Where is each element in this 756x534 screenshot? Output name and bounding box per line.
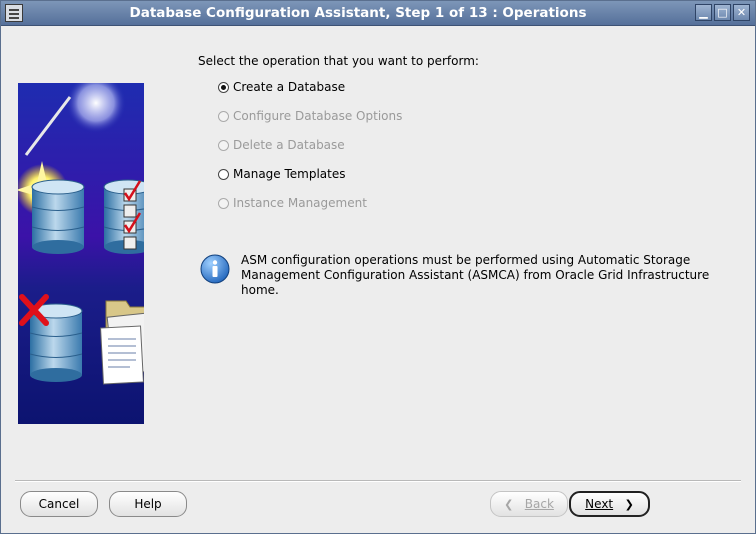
option-label: Create a Database: [233, 80, 346, 94]
radio-delete-database[interactable]: [218, 139, 229, 151]
dbca-window: Database Configuration Assistant, Step 1…: [0, 0, 756, 534]
radio-create-database[interactable]: [218, 81, 229, 93]
cancel-label: Cancel: [38, 497, 80, 511]
asm-info-message: ASM configuration operations must be per…: [241, 253, 741, 298]
radio-instance-management[interactable]: [218, 197, 229, 209]
title-bar[interactable]: Database Configuration Assistant, Step 1…: [1, 1, 755, 26]
next-button[interactable]: Next ❯: [569, 491, 650, 517]
option-delete-database[interactable]: Delete a Database: [218, 137, 345, 153]
next-label: Next: [585, 497, 614, 511]
back-label: Back: [524, 497, 554, 511]
option-configure-database[interactable]: Configure Database Options: [218, 108, 402, 124]
footer-separator: [15, 480, 741, 482]
option-label: Instance Management: [233, 196, 367, 210]
radio-manage-templates[interactable]: [218, 168, 229, 180]
next-arrow-icon: ❯: [624, 498, 634, 511]
option-label: Manage Templates: [233, 167, 346, 181]
back-arrow-icon: ❮: [504, 498, 514, 511]
option-manage-templates[interactable]: Manage Templates: [218, 166, 346, 182]
radio-configure-database[interactable]: [218, 110, 229, 122]
maximize-button[interactable]: □: [714, 4, 731, 21]
help-label: Help: [134, 497, 162, 511]
database-icon: [31, 179, 85, 254]
close-button[interactable]: ✕: [733, 4, 750, 21]
app-icon[interactable]: [5, 4, 23, 22]
back-button[interactable]: ❮ Back: [490, 491, 568, 517]
minimize-button[interactable]: ▁: [695, 4, 712, 21]
operation-prompt: Select the operation that you want to pe…: [198, 54, 479, 68]
option-label: Delete a Database: [233, 138, 345, 152]
folder-documents-icon: [100, 300, 144, 385]
wizard-artwork: [18, 83, 144, 424]
option-instance-management[interactable]: Instance Management: [218, 195, 367, 211]
option-label: Configure Database Options: [233, 109, 403, 123]
info-line-2: Management Configuration Assistant (ASMC…: [241, 268, 710, 297]
window-title: Database Configuration Assistant, Step 1…: [129, 5, 587, 21]
info-line-1: ASM configuration operations must be per…: [241, 253, 691, 267]
cancel-button[interactable]: Cancel: [20, 491, 98, 517]
option-create-database[interactable]: Create a Database: [218, 79, 345, 95]
info-icon: [200, 254, 230, 284]
help-button[interactable]: Help: [109, 491, 187, 517]
wizard-artwork-graphic: [18, 83, 144, 424]
